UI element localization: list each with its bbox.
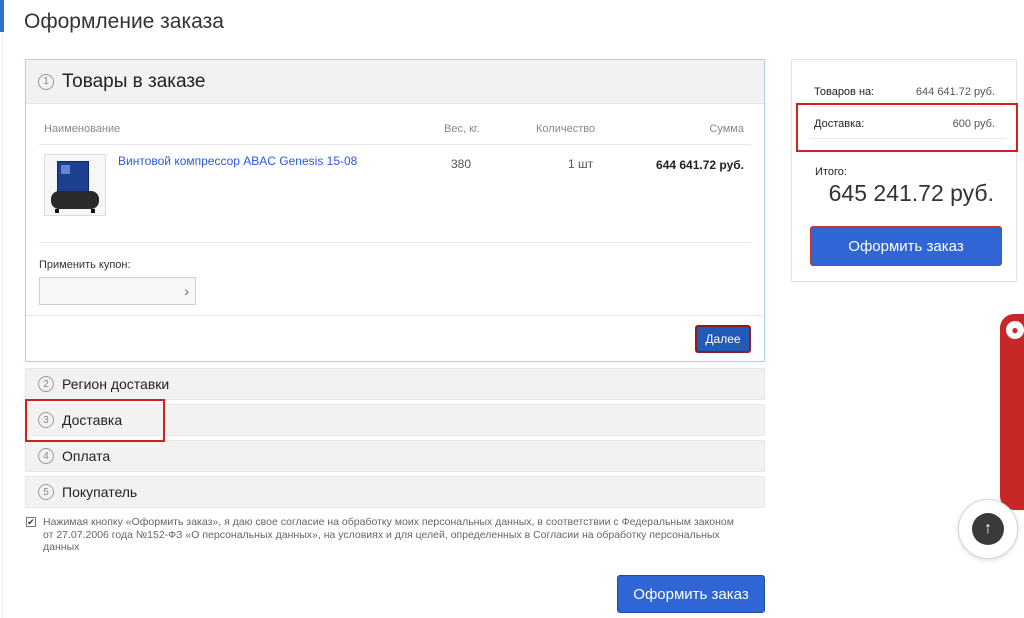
order-summary: Товаров на: 644 641.72 руб. Доставка: 60… — [791, 59, 1017, 282]
step-title: Покупатель — [62, 484, 138, 500]
column-header-name: Наименование — [44, 123, 121, 135]
submit-order-button[interactable]: Оформить заказ — [617, 575, 765, 613]
product-qty: 1 шт — [568, 157, 594, 171]
delivery-step-highlight — [25, 399, 165, 442]
divider — [39, 144, 751, 145]
checkmark-icon[interactable]: ✔ — [26, 517, 36, 527]
coupon-input[interactable] — [40, 278, 170, 304]
divider — [39, 242, 751, 243]
summary-goods-row: Товаров на: 644 641.72 руб. — [814, 86, 995, 98]
step-region[interactable]: 2 Регион доставки — [25, 368, 765, 400]
arrow-up-icon: ↑ — [972, 513, 1004, 545]
divider — [26, 315, 764, 316]
step-buyer[interactable]: 5 Покупатель — [25, 476, 765, 508]
chat-icon: ● — [1004, 319, 1024, 341]
summary-goods-label: Товаров на: — [814, 86, 875, 98]
product-image[interactable] — [44, 154, 106, 216]
next-button[interactable]: Далее — [695, 325, 751, 353]
step-number: 4 — [38, 448, 54, 464]
title-accent-bar — [0, 0, 4, 32]
step-title: Товары в заказе — [62, 70, 206, 92]
product-sum: 644 641.72 руб. — [656, 158, 744, 172]
product-link[interactable]: Винтовой компрессор ABAC Genesis 15-08 — [118, 154, 357, 168]
chevron-right-icon[interactable]: › — [184, 283, 189, 299]
coupon-label: Применить купон: — [39, 259, 131, 271]
column-header-weight: Вес, кг. — [444, 123, 480, 135]
step-title: Оплата — [62, 448, 111, 464]
product-weight: 380 — [451, 157, 472, 171]
summary-goods-value: 644 641.72 руб. — [915, 86, 995, 98]
step-number: 2 — [38, 376, 54, 392]
summary-total-value: 645 241.72 руб. — [828, 180, 994, 206]
step-number: 1 — [38, 73, 54, 90]
column-header-qty: Количество — [536, 123, 596, 135]
step-title: Регион доставки — [62, 376, 170, 392]
consent-text: Нажимая кнопку «Оформить заказ», я даю с… — [43, 516, 734, 553]
coupon-field: › — [39, 277, 196, 305]
step-number: 5 — [38, 484, 54, 500]
page-title: Оформление заказа — [24, 10, 224, 33]
submit-order-side-button[interactable]: Оформить заказ — [810, 226, 1002, 266]
step-cart-panel: 1 Товары в заказе Наименование Вес, кг. … — [25, 59, 765, 362]
scroll-top-button[interactable]: ↑ — [958, 499, 1018, 559]
side-feedback-tab[interactable]: ● — [1000, 314, 1024, 510]
step-cart-header[interactable]: 1 Товары в заказе — [26, 60, 764, 104]
consent-block: ✔ Нажимая кнопку «Оформить заказ», я даю… — [26, 516, 736, 554]
page-left-divider — [2, 32, 3, 618]
step-payment[interactable]: 4 Оплата — [25, 440, 765, 472]
delivery-cost-highlight — [796, 103, 1018, 152]
column-header-sum: Сумма — [709, 123, 744, 135]
summary-total-label: Итого: — [815, 166, 847, 178]
